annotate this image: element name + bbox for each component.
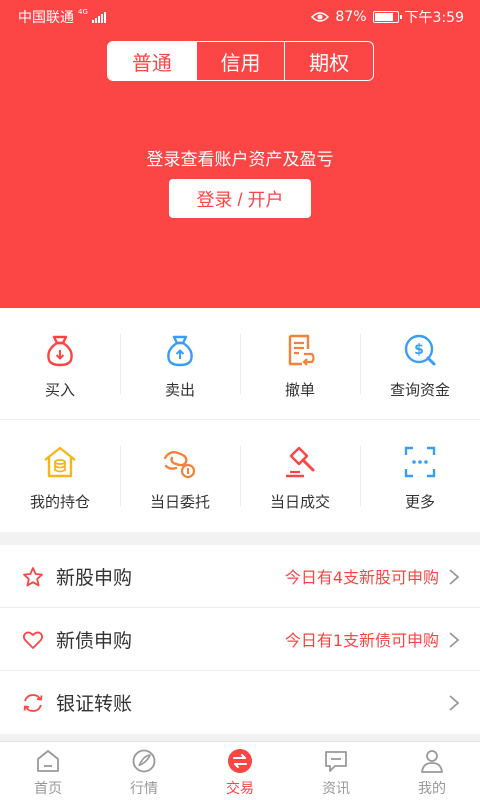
bank-transfer-title: 银证转账 xyxy=(56,693,133,715)
battery-percent: 87% xyxy=(335,9,367,25)
sell-label: 卖出 xyxy=(164,381,195,399)
chevron-right-icon xyxy=(449,632,460,648)
account-header: 中国联通 4G 87% 下午3:59 普通 信用 期权 登录查看账户资产及盈亏 … xyxy=(0,0,480,308)
tab-market-label: 行情 xyxy=(130,781,158,797)
trade-icon xyxy=(228,749,252,773)
holdings-action[interactable]: 我的持仓 xyxy=(0,420,120,532)
tab-trade-label: 交易 xyxy=(226,781,254,797)
home-icon xyxy=(37,750,59,772)
tab-profile-label: 我的 xyxy=(418,781,446,797)
daily-orders-icon xyxy=(163,450,196,479)
holdings-icon xyxy=(44,446,76,478)
buy-action[interactable]: 买入 xyxy=(0,308,120,420)
login-prompt: 登录查看账户资产及盈亏 xyxy=(146,150,334,170)
tab-trade[interactable]: 交易 xyxy=(192,742,288,800)
bond-subscription-title: 新债申购 xyxy=(56,629,133,652)
sell-bag-icon xyxy=(167,335,193,367)
bottom-tab-bar: 首页 行情 交易 资讯 我的 xyxy=(0,741,480,800)
buy-bag-icon xyxy=(47,335,73,367)
more-action[interactable]: 更多 xyxy=(360,420,480,532)
profile-icon xyxy=(421,750,443,773)
daily-orders-action[interactable]: 当日委托 xyxy=(120,420,240,532)
daily-deals-action[interactable]: 当日成交 xyxy=(240,420,360,532)
star-icon xyxy=(23,567,43,587)
tab-profile[interactable]: 我的 xyxy=(384,742,480,800)
tab-news-label: 资讯 xyxy=(322,781,350,797)
quick-actions: 买入 卖出 撤单 $ 查询资金 我的持仓 当日委托 当日成交 更多 xyxy=(0,308,480,532)
login-register-button[interactable]: 登录 / 开户 xyxy=(169,179,311,218)
tab-normal[interactable]: 普通 xyxy=(108,42,197,80)
query-funds-action[interactable]: $ 查询资金 xyxy=(360,308,480,420)
heart-icon xyxy=(22,631,44,649)
cancel-order-label: 撤单 xyxy=(284,381,315,399)
carrier-name: 中国联通 xyxy=(18,10,74,26)
daily-deals-label: 当日成交 xyxy=(269,493,330,511)
ipo-subscription-hint: 今日有4支新股可申购 xyxy=(284,568,439,587)
clock: 下午3:59 xyxy=(404,10,464,26)
bond-subscription-hint: 今日有1支新债可申购 xyxy=(284,631,439,650)
ipo-subscription-item[interactable]: 新股申购 今日有4支新股可申购 xyxy=(0,545,480,608)
account-type-tabs: 普通 信用 期权 xyxy=(107,41,374,81)
more-label: 更多 xyxy=(404,493,435,511)
tab-market[interactable]: 行情 xyxy=(96,742,192,800)
daily-orders-label: 当日委托 xyxy=(149,493,210,511)
chevron-right-icon xyxy=(449,695,460,711)
query-funds-icon: $ xyxy=(404,334,436,366)
network-type: 4G xyxy=(78,8,88,16)
more-icon xyxy=(404,446,436,478)
cancel-order-icon xyxy=(288,334,315,366)
daily-deals-icon xyxy=(286,446,315,478)
ipo-subscription-title: 新股申购 xyxy=(56,566,133,589)
query-funds-label: 查询资金 xyxy=(389,381,450,399)
bank-transfer-item[interactable]: 银证转账 xyxy=(0,671,480,734)
chevron-right-icon xyxy=(449,569,460,585)
news-icon xyxy=(325,751,347,772)
tab-home[interactable]: 首页 xyxy=(0,742,96,800)
battery-icon xyxy=(372,11,402,23)
holdings-label: 我的持仓 xyxy=(29,493,90,511)
sell-action[interactable]: 卖出 xyxy=(120,308,240,420)
bond-subscription-item[interactable]: 新债申购 今日有1支新债可申购 xyxy=(0,608,480,671)
svg-text:$: $ xyxy=(414,342,424,358)
status-bar: 中国联通 4G 87% 下午3:59 xyxy=(0,0,480,32)
transfer-icon xyxy=(23,694,43,712)
buy-label: 买入 xyxy=(44,381,75,399)
market-icon xyxy=(132,749,156,773)
tab-home-label: 首页 xyxy=(34,781,62,797)
tab-news[interactable]: 资讯 xyxy=(288,742,384,800)
tab-options[interactable]: 期权 xyxy=(285,42,373,80)
cancel-order-action[interactable]: 撤单 xyxy=(240,308,360,420)
eye-icon xyxy=(311,12,330,22)
signal-icon xyxy=(91,11,106,23)
service-list: 新股申购 今日有4支新股可申购 新债申购 今日有1支新债可申购 银证转账 xyxy=(0,545,480,734)
tab-credit[interactable]: 信用 xyxy=(197,42,286,80)
